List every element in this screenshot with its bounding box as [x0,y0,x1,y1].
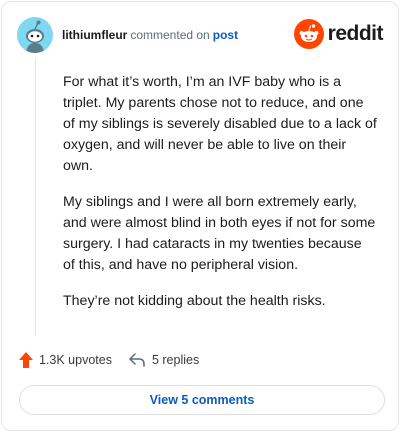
comment-actions: 1.3K upvotes 5 replies [18,350,199,370]
replies-count: 5 replies [151,353,200,367]
replies-button[interactable]: 5 replies [128,352,199,368]
snoo-avatar-icon[interactable] [17,17,53,53]
comment-card: lithiumfleur commented on post reddit For … [1,1,399,431]
reply-arrow-icon [129,353,145,367]
reddit-brand[interactable]: reddit [293,19,384,49]
reddit-logo-icon [293,19,324,49]
comment-paragraph: For what it’s worth, I’m an IVF baby who… [63,74,377,174]
reddit-wordmark: reddit [327,22,384,45]
comment-paragraph: My siblings and I were all born extremel… [63,194,376,273]
upvote-button[interactable]: 1.3K upvotes [18,351,112,369]
upvote-arrow-icon [19,352,33,368]
comment-paragraph: They’re not kidding about the health ris… [63,293,326,309]
comment-body: For what it’s worth, I’m an IVF baby who… [63,72,377,327]
comment-meta: lithiumfleur commented on post [62,28,238,42]
comment-action-text: commented on [130,28,210,42]
thread-line [35,58,36,336]
post-link[interactable]: post [213,28,238,42]
upvote-count: 1.3K upvotes [39,353,112,367]
username[interactable]: lithiumfleur [62,28,127,42]
comment-header: lithiumfleur commented on post reddit [17,17,384,53]
view-comments-button[interactable]: View 5 comments [19,385,385,415]
